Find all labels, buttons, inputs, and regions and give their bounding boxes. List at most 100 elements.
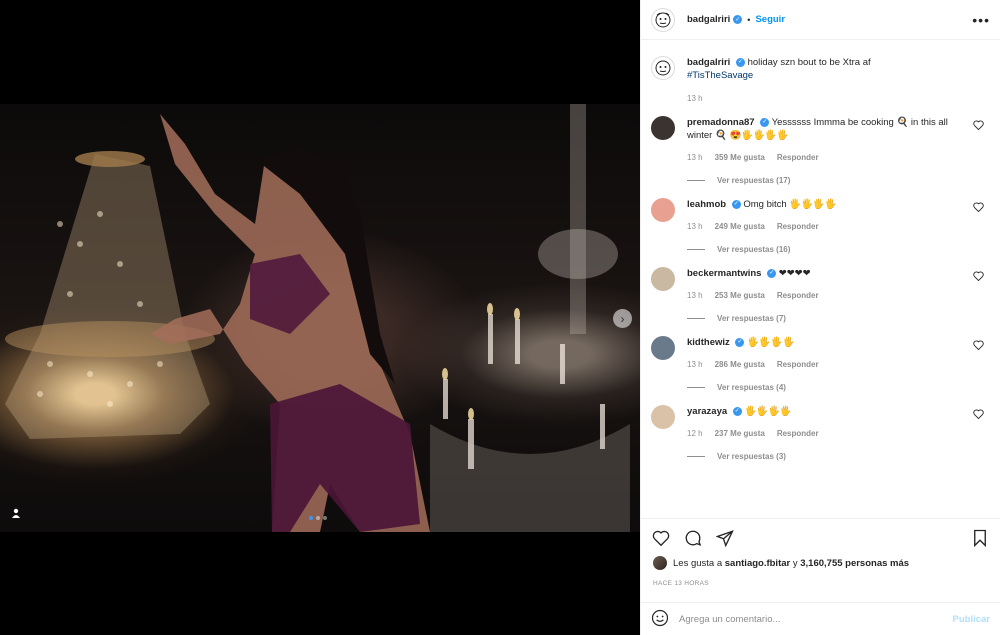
comment-item: beckermantwins ✓ ❤❤❤❤ 13 h 253 Me gusta … (651, 267, 990, 323)
carousel-next-button[interactable]: › (613, 309, 632, 328)
view-replies-button[interactable]: Ver respuestas (16) (687, 245, 957, 254)
comment-timestamp[interactable]: 12 h (687, 429, 703, 438)
view-replies-label: Ver respuestas (16) (717, 245, 791, 254)
comment-timestamp[interactable]: 13 h (687, 153, 703, 162)
smiley-icon[interactable] (651, 609, 669, 629)
comment-like-button[interactable] (973, 120, 984, 133)
add-comment-bar: Publicar (641, 602, 1000, 635)
likes-joiner: y (792, 557, 798, 569)
comment-body: kidthewiz ✓ 🖐🖐🖐🖐 13 h 286 Me gusta Respo… (687, 336, 957, 392)
comment-content: 🖐🖐🖐🖐 (744, 406, 792, 417)
comment-likes-count[interactable]: 286 Me gusta (715, 360, 765, 369)
comment-item: leahmob ✓ Omg bitch 🖐🖐🖐🖐 13 h 249 Me gus… (651, 198, 990, 254)
view-replies-button[interactable]: Ver respuestas (4) (687, 383, 957, 392)
avatar[interactable] (651, 267, 675, 291)
photo-illustration (5, 104, 630, 532)
comment-like-button[interactable] (973, 409, 984, 422)
avatar[interactable] (651, 56, 675, 80)
verified-badge-icon: ✓ (767, 268, 777, 278)
more-options-icon[interactable]: ••• (972, 12, 990, 28)
comment-input[interactable] (679, 613, 953, 625)
follow-button[interactable]: Seguir (755, 14, 785, 25)
view-replies-button[interactable]: Ver respuestas (17) (687, 176, 957, 185)
user-tag-icon[interactable] (8, 505, 24, 521)
post-photo[interactable] (0, 104, 640, 532)
comment-like-button[interactable] (973, 271, 984, 284)
caption-username[interactable]: badgalriri (687, 57, 730, 68)
avatar[interactable] (651, 7, 675, 32)
post-caption: badgalriri ✓ holiday szn bout to be Xtra… (651, 56, 990, 82)
caption-text: badgalriri ✓ holiday szn bout to be Xtra… (687, 56, 871, 82)
liker-avatar[interactable] (653, 556, 667, 570)
comment-username[interactable]: beckermantwins (687, 268, 761, 279)
comment-text: premadonna87 ✓ Yessssss Immma be cooking… (687, 116, 957, 142)
comment-meta: 13 h 253 Me gusta Responder (687, 291, 957, 300)
reply-button[interactable]: Responder (777, 360, 819, 369)
media-viewer: › (0, 0, 640, 635)
comment-text: kidthewiz ✓ 🖐🖐🖐🖐 (687, 336, 957, 349)
comments-list: badgalriri ✓ holiday szn bout to be Xtra… (641, 40, 1000, 518)
publish-button[interactable]: Publicar (953, 614, 991, 625)
save-button[interactable] (970, 528, 990, 548)
comment-item: kidthewiz ✓ 🖐🖐🖐🖐 13 h 286 Me gusta Respo… (651, 336, 990, 392)
comment-likes-count[interactable]: 237 Me gusta (715, 429, 765, 438)
heart-icon (973, 271, 984, 282)
carousel-dot (323, 516, 327, 520)
comment-icon (685, 530, 702, 546)
reply-button[interactable]: Responder (777, 429, 819, 438)
comment-button[interactable] (683, 528, 703, 548)
caption-timestamp[interactable]: 13 h (687, 94, 990, 103)
share-button[interactable] (715, 528, 735, 548)
comment-likes-count[interactable]: 359 Me gusta (715, 153, 765, 162)
comment-likes-count[interactable]: 249 Me gusta (715, 222, 765, 231)
avatar[interactable] (651, 336, 675, 360)
liker-username[interactable]: santiago.fbitar (725, 558, 790, 569)
reply-button[interactable]: Responder (777, 291, 819, 300)
comment-username[interactable]: kidthewiz (687, 337, 730, 348)
bookmark-icon (974, 529, 986, 547)
replies-divider (687, 387, 705, 388)
reply-button[interactable]: Responder (777, 222, 819, 231)
post-time-ago[interactable]: HACE 13 HORAS (653, 580, 709, 587)
comment-username[interactable]: premadonna87 (687, 117, 755, 128)
reply-button[interactable]: Responder (777, 153, 819, 162)
avatar[interactable] (651, 116, 675, 140)
comment-like-button[interactable] (973, 340, 984, 353)
comment-body: premadonna87 ✓ Yessssss Immma be cooking… (687, 116, 957, 185)
comment-username[interactable]: leahmob (687, 199, 726, 210)
verified-badge-icon: ✓ (733, 15, 743, 24)
avatar[interactable] (651, 405, 675, 429)
comment-item: premadonna87 ✓ Yessssss Immma be cooking… (651, 116, 990, 185)
view-replies-button[interactable]: Ver respuestas (7) (687, 314, 957, 323)
comment-text: leahmob ✓ Omg bitch 🖐🖐🖐🖐 (687, 198, 957, 211)
heart-icon (973, 409, 984, 420)
verified-badge-icon: ✓ (731, 199, 741, 209)
comment-likes-count[interactable]: 253 Me gusta (715, 291, 765, 300)
hashtag-link[interactable]: #TisTheSavage (687, 70, 753, 81)
post-username[interactable]: badgalriri (687, 14, 730, 25)
comment-body: leahmob ✓ Omg bitch 🖐🖐🖐🖐 13 h 249 Me gus… (687, 198, 957, 254)
likes-count[interactable]: 3,160,755 personas más (800, 558, 909, 569)
verified-badge-icon: ✓ (735, 337, 745, 347)
avatar[interactable] (651, 198, 675, 222)
replies-divider (687, 180, 705, 181)
verified-badge-icon: ✓ (732, 406, 742, 416)
comment-timestamp[interactable]: 13 h (687, 222, 703, 231)
comment-timestamp[interactable]: 13 h (687, 360, 703, 369)
comment-content: 🖐🖐🖐🖐 (747, 337, 795, 348)
comment-meta: 12 h 237 Me gusta Responder (687, 429, 957, 438)
post-details-panel: badgalriri ✓ • Seguir ••• badgalriri ✓ h… (640, 0, 1000, 635)
view-replies-label: Ver respuestas (3) (717, 452, 786, 461)
comment-username[interactable]: yarazaya (687, 406, 727, 417)
separator: • (747, 14, 751, 25)
comment-timestamp[interactable]: 13 h (687, 291, 703, 300)
view-replies-label: Ver respuestas (4) (717, 383, 786, 392)
replies-divider (687, 456, 705, 457)
heart-icon (652, 530, 670, 546)
replies-divider (687, 249, 705, 250)
comment-item: yarazaya ✓ 🖐🖐🖐🖐 12 h 237 Me gusta Respon… (651, 405, 990, 461)
view-replies-button[interactable]: Ver respuestas (3) (687, 452, 957, 461)
comment-meta: 13 h 286 Me gusta Responder (687, 360, 957, 369)
like-button[interactable] (651, 528, 671, 548)
comment-like-button[interactable] (973, 202, 984, 215)
